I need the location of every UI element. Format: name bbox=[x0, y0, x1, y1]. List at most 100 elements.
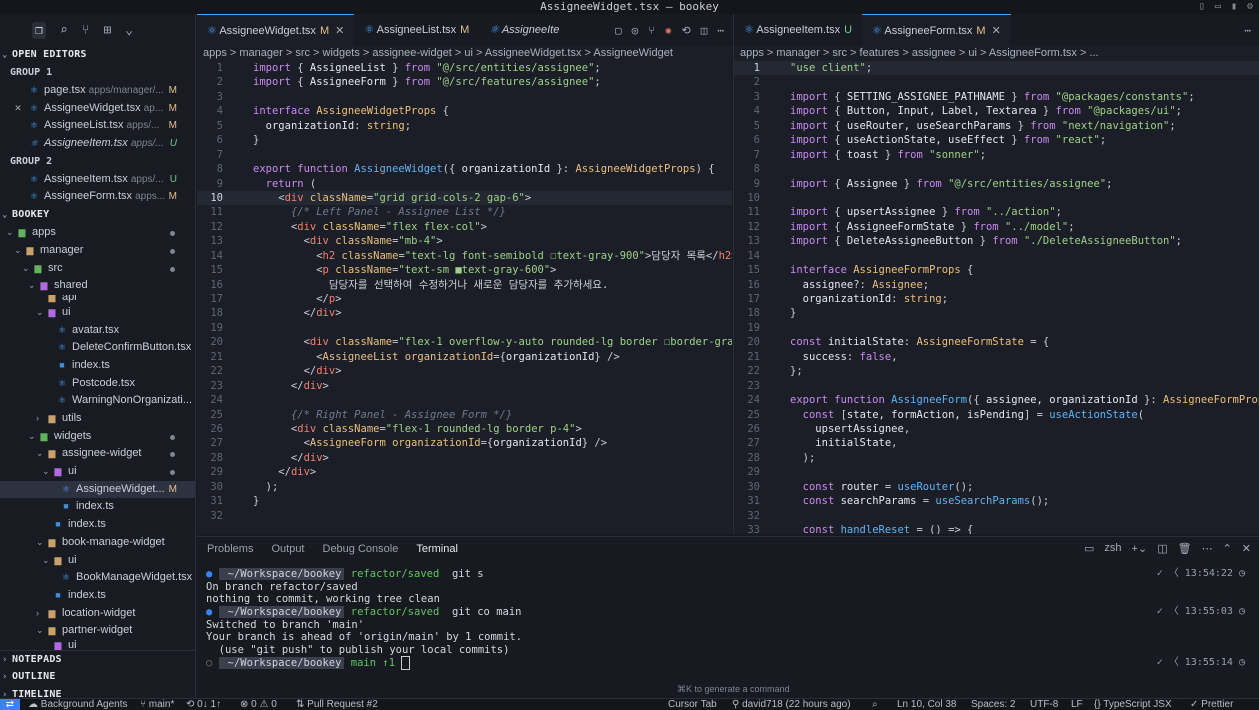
pull-request[interactable]: ⇅ Pull Request #2 bbox=[296, 699, 378, 710]
tree-folder[interactable]: ⌄ ▆ ui bbox=[0, 463, 195, 481]
open-editor-item[interactable]: ⚛ AssigneeItem.tsx apps/... U bbox=[0, 171, 195, 189]
terminal-prompt[interactable]: ○ ~/Workspace/bookey main ↑1 ✓ 〈 13:55:1… bbox=[197, 655, 1259, 670]
tree-folder[interactable]: ⌄ ▆ shared bbox=[0, 277, 195, 295]
encoding[interactable]: UTF-8 bbox=[1030, 699, 1058, 710]
tab-problems[interactable]: Problems bbox=[207, 543, 253, 555]
close-icon[interactable]: ✕ bbox=[12, 100, 24, 118]
git-blame[interactable]: ⚲ david718 (22 hours ago) bbox=[732, 699, 851, 710]
tree-file[interactable]: ■ index.ts bbox=[0, 498, 195, 516]
toggle-panel-icon[interactable]: ▭ bbox=[1215, 0, 1221, 13]
open-editor-item[interactable]: ✕ ⚛ AssigneeWidget.tsx ap... M bbox=[0, 100, 195, 118]
open-editor-item[interactable]: ⚛ AssigneeList.tsx apps/... M bbox=[0, 117, 195, 135]
check-icon[interactable]: ◎ bbox=[632, 24, 639, 37]
split-terminal-icon[interactable]: ◫ bbox=[1157, 542, 1167, 555]
open-editors-header[interactable]: ⌄ OPEN EDITORS bbox=[0, 46, 195, 64]
tab-debug-console[interactable]: Debug Console bbox=[323, 543, 399, 555]
chat-icon[interactable]: ▢ bbox=[615, 24, 622, 37]
close-panel-icon[interactable]: ✕ bbox=[1242, 542, 1251, 555]
open-editor-item[interactable]: ⚛ AssigneeForm.tsx apps... M bbox=[0, 188, 195, 206]
add-terminal-icon[interactable]: +⌄ bbox=[1132, 542, 1148, 555]
git-compare-icon[interactable]: ⑂ bbox=[648, 24, 655, 37]
more-icon[interactable]: ⋯ bbox=[1244, 24, 1251, 37]
cursor-tab[interactable]: Cursor Tab bbox=[668, 699, 717, 710]
branch-indicator[interactable]: ⑂ main* bbox=[140, 699, 174, 710]
tree-file[interactable]: ■ index.ts bbox=[0, 587, 195, 605]
apple-icon bbox=[218, 606, 225, 619]
tree-folder[interactable]: ▆ ui bbox=[0, 640, 195, 650]
tree-file[interactable]: ⚛ BookManageWidget.tsx bbox=[0, 569, 195, 587]
extensions-icon[interactable]: ⊞ bbox=[103, 23, 111, 38]
code-area[interactable]: 1 import { AssigneeList } from "@/src/ent… bbox=[197, 61, 732, 523]
background-agents[interactable]: ☁ Background Agents bbox=[28, 699, 128, 710]
group2-header[interactable]: GROUP 2 bbox=[0, 153, 195, 171]
search-icon[interactable]: ⌕ bbox=[60, 23, 68, 38]
project-header[interactable]: ⌄ BOOKEY bbox=[0, 206, 195, 224]
language-mode[interactable]: {} TypeScript JSX bbox=[1094, 699, 1172, 710]
sparkle-icon[interactable]: ✺ bbox=[665, 24, 672, 37]
remote-icon[interactable]: ⇄ bbox=[0, 699, 20, 710]
tree-file[interactable]: ⚛ WarningNonOrganizati... bbox=[0, 392, 195, 410]
group1-header[interactable]: GROUP 1 bbox=[0, 64, 195, 82]
problems-indicator[interactable]: ⊗ 0 ⚠ 0 bbox=[240, 699, 277, 710]
left-editor: ⚛ AssigneeWidget.tsx M ✕ ⚛ AssigneeList.ts… bbox=[197, 14, 732, 534]
tree-folder[interactable]: ⌄ ▆ apps bbox=[0, 224, 195, 242]
breadcrumb[interactable]: apps > manager > src > features > assign… bbox=[734, 46, 1259, 61]
open-editor-item[interactable]: ⚛ AssigneeItem.tsx apps/... U bbox=[0, 135, 195, 153]
tab-assignee-item[interactable]: ⚛ AssigneeIte bbox=[479, 14, 559, 46]
outline-header[interactable]: › OUTLINE bbox=[0, 668, 195, 686]
settings-icon[interactable]: ⚙ bbox=[1247, 0, 1253, 13]
sync-icon[interactable]: ⟲ bbox=[682, 24, 691, 37]
formatter[interactable]: ✓ Prettier bbox=[1190, 699, 1233, 710]
tree-folder[interactable]: › ▆ utils bbox=[0, 410, 195, 428]
trash-icon[interactable]: 🗑 bbox=[1178, 542, 1192, 555]
sync-indicator[interactable]: ⟲ 0↓ 1↑ bbox=[186, 699, 221, 710]
toggle-sidebar-icon[interactable]: ▯ bbox=[1199, 0, 1205, 13]
indentation[interactable]: Spaces: 2 bbox=[971, 699, 1015, 710]
close-icon[interactable]: ✕ bbox=[992, 25, 1001, 37]
tree-folder[interactable]: › ▆ location-widget bbox=[0, 605, 195, 623]
tree-folder[interactable]: ⌄ ▆ ui bbox=[0, 304, 195, 322]
tree-file[interactable]: ■ index.ts bbox=[0, 516, 195, 534]
zoom-icon[interactable]: ⌕ bbox=[872, 699, 878, 710]
tab-terminal[interactable]: Terminal bbox=[416, 543, 458, 555]
breadcrumb[interactable]: apps > manager > src > widgets > assigne… bbox=[197, 46, 732, 61]
tree-folder[interactable]: ⌄ ▆ manager bbox=[0, 242, 195, 260]
window-title: AssigneeWidget.tsx — bookey bbox=[540, 0, 719, 13]
status-bar: ⇄ ☁ Background Agents ⑂ main* ⟲ 0↓ 1↑ ⊗ … bbox=[0, 698, 1259, 710]
tab-assignee-list[interactable]: ⚛ AssigneeList.tsx M bbox=[354, 14, 479, 46]
tree-folder[interactable]: ⌄ ▆ src bbox=[0, 260, 195, 278]
close-icon[interactable]: ✕ bbox=[335, 25, 344, 37]
tab-assignee-item[interactable]: ⚛ AssigneeItem.tsx U bbox=[734, 14, 862, 46]
cursor-position[interactable]: Ln 10, Col 38 bbox=[897, 699, 957, 710]
notepads-header[interactable]: › NOTEPADS bbox=[0, 649, 195, 668]
more-icon[interactable]: ⋯ bbox=[1202, 542, 1213, 555]
eol[interactable]: LF bbox=[1071, 699, 1083, 710]
split-editor-icon[interactable]: ◫ bbox=[701, 24, 708, 37]
tree-file-selected[interactable]: ⚛ AssigneeWidget... M bbox=[0, 480, 195, 499]
tree-folder[interactable]: ⌄ ▆ assignee-widget bbox=[0, 445, 195, 463]
tree-folder[interactable]: ⌄ ▆ book-manage-widget bbox=[0, 534, 195, 552]
tree-file[interactable]: ⚛ DeleteConfirmButton.tsx bbox=[0, 339, 195, 357]
tree-folder[interactable]: ⌄ ▆ partner-widget bbox=[0, 622, 195, 640]
maximize-icon[interactable]: ⌃ bbox=[1223, 542, 1232, 555]
tree-folder[interactable]: ▆ api bbox=[0, 295, 195, 304]
layout-icon[interactable]: ▮ bbox=[1231, 0, 1237, 13]
tab-assignee-form[interactable]: ⚛ AssigneeForm.tsx M ✕ bbox=[862, 14, 1011, 46]
explorer-icon[interactable]: ❐ bbox=[32, 21, 46, 39]
open-editor-item[interactable]: ⚛ page.tsx apps/manager/... M bbox=[0, 82, 195, 100]
more-icon[interactable]: ⋯ bbox=[717, 24, 724, 37]
tree-file[interactable]: ⚛ avatar.tsx bbox=[0, 322, 195, 340]
tree-file[interactable]: ■ index.ts bbox=[0, 357, 195, 375]
shell-name[interactable]: zsh bbox=[1104, 542, 1121, 555]
source-control-icon[interactable]: ⑂ bbox=[82, 23, 90, 38]
tree-folder[interactable]: ⌄ ▆ widgets bbox=[0, 428, 195, 446]
tree-folder[interactable]: ⌄ ▆ ui bbox=[0, 552, 195, 570]
tree-file[interactable]: ⚛ Postcode.tsx bbox=[0, 375, 195, 393]
tab-assignee-widget[interactable]: ⚛ AssigneeWidget.tsx M ✕ bbox=[197, 14, 355, 46]
terminal-output: (use "git push" to publish your local co… bbox=[206, 644, 510, 657]
timeline-header[interactable]: › TIMELINE bbox=[0, 686, 195, 698]
chevron-down-icon[interactable]: ⌄ bbox=[125, 23, 133, 38]
react-file-icon: ⚛ bbox=[57, 377, 67, 388]
tab-output[interactable]: Output bbox=[271, 543, 304, 555]
code-area[interactable]: 1 "use client"; 2 3 import { SETTING_ASSIG… bbox=[734, 61, 1259, 534]
